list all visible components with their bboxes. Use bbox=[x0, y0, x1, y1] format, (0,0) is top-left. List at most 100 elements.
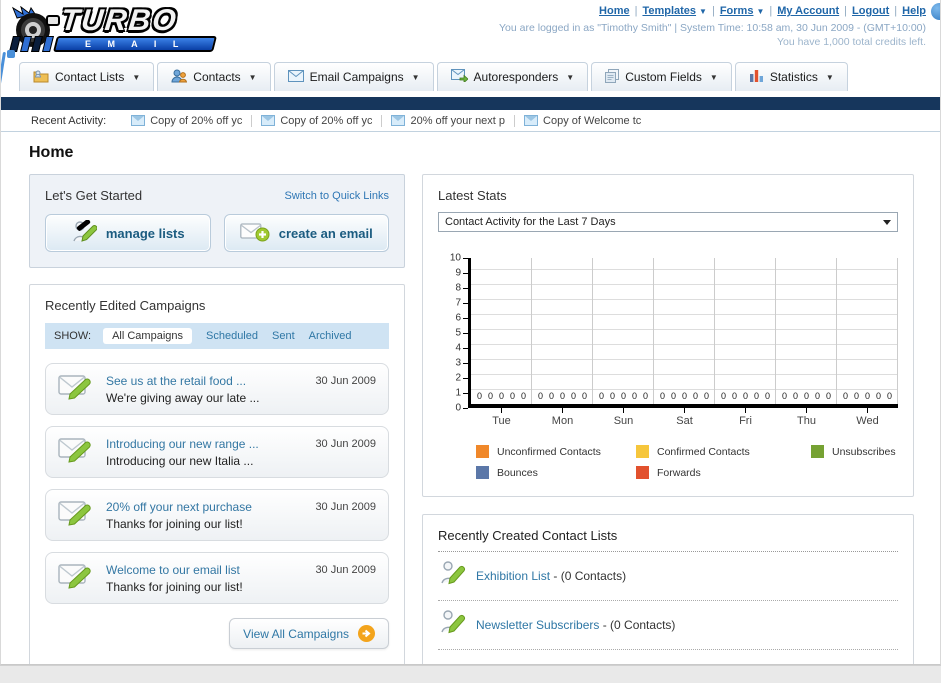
x-category-label: Sun bbox=[613, 415, 634, 427]
contact-list-link[interactable]: Exhibition List bbox=[476, 569, 550, 583]
main-nav: Contact Lists ▼ Contacts ▼ Email Campaigns ▼ A… bbox=[1, 62, 940, 97]
y-tick-label: 1 bbox=[455, 387, 461, 399]
day-separator-line bbox=[530, 258, 532, 404]
contact-list-row: Newsletter Subscribers - (0 Contacts) bbox=[438, 601, 898, 650]
x-tick-mark bbox=[501, 408, 502, 413]
campaign-subtitle: Thanks for joining our list! bbox=[106, 579, 243, 594]
top-link-my-account[interactable]: My Account bbox=[777, 5, 839, 17]
x-tick-mark bbox=[562, 408, 563, 413]
value-label: 0 bbox=[670, 391, 676, 401]
stats-dropdown-value: Contact Activity for the Last 7 Days bbox=[445, 216, 616, 228]
stats-dropdown[interactable]: Contact Activity for the Last 7 Days bbox=[438, 212, 898, 232]
chart-y-axis: 0 1 2 3 4 5 6 7 8 9 10 bbox=[442, 253, 468, 414]
caret-down-icon: ▼ bbox=[756, 7, 765, 16]
campaign-row[interactable]: Welcome to our email list Thanks for join… bbox=[45, 552, 389, 604]
x-tick-mark bbox=[867, 408, 868, 413]
campaign-subtitle: Introducing our new Italia ... bbox=[106, 453, 254, 468]
y-tick-label: 0 bbox=[455, 402, 461, 414]
envelope-icon bbox=[131, 115, 146, 126]
campaign-row[interactable]: Introducing our new range ... Introducing… bbox=[45, 426, 389, 478]
arrow-circle-icon bbox=[358, 625, 375, 642]
caret-down-icon: ▼ bbox=[248, 72, 257, 82]
link-separator: | bbox=[769, 5, 773, 17]
list-edit-icon bbox=[440, 609, 466, 641]
x-category-label: Tue bbox=[492, 415, 511, 427]
tab-statistics[interactable]: Statistics ▼ bbox=[734, 62, 848, 91]
filter-scheduled[interactable]: Scheduled bbox=[206, 330, 258, 342]
recent-activity-item[interactable]: Copy of 20% off yc bbox=[251, 114, 381, 127]
contact-activity-chart: 0 1 2 3 4 5 6 7 8 9 10 000000000000000000000000000… bbox=[438, 253, 898, 479]
campaign-date: 30 Jun 2009 bbox=[315, 564, 376, 576]
campaign-row[interactable]: 20% off your next purchase Thanks for joi… bbox=[45, 489, 389, 541]
x-category: Tue bbox=[471, 408, 532, 427]
campaigns-title: Recently Edited Campaigns bbox=[45, 298, 206, 313]
chart-plot-area: 00000000000000000000000000000000000 bbox=[468, 258, 898, 408]
value-label: 0 bbox=[753, 391, 759, 401]
campaign-text: See us at the retail food ... We're givin… bbox=[106, 374, 315, 405]
value-labels-group: 00000 bbox=[532, 391, 593, 401]
value-label: 0 bbox=[703, 391, 709, 401]
recent-activity-item[interactable]: 20% off your next p bbox=[381, 114, 514, 127]
tab-contact-lists[interactable]: Contact Lists ▼ bbox=[19, 62, 155, 91]
campaign-title-link[interactable]: Welcome to our email list bbox=[106, 563, 315, 577]
y-tick-label: 7 bbox=[455, 297, 461, 309]
tab-label: Email Campaigns bbox=[309, 70, 404, 84]
campaign-title-link[interactable]: 20% off your next purchase bbox=[106, 500, 315, 514]
campaign-row[interactable]: See us at the retail food ... We're givin… bbox=[45, 363, 389, 415]
value-label: 0 bbox=[803, 391, 809, 401]
create-an-email-button[interactable]: create an email bbox=[223, 214, 389, 252]
value-label: 0 bbox=[853, 391, 859, 401]
recent-activity-item[interactable]: Copy of 20% off yc bbox=[122, 115, 251, 127]
filter-sent[interactable]: Sent bbox=[272, 330, 295, 342]
value-label: 0 bbox=[814, 391, 820, 401]
campaign-subtitle: We're giving away our late ... bbox=[106, 390, 260, 405]
caret-down-icon: ▼ bbox=[825, 72, 834, 82]
envelope-icon bbox=[524, 115, 539, 126]
y-tick-label: 4 bbox=[455, 342, 461, 354]
contact-list-link[interactable]: Newsletter Subscribers bbox=[476, 618, 599, 632]
value-label: 0 bbox=[731, 391, 737, 401]
activity-item-label: Copy of Welcome tc bbox=[543, 114, 642, 127]
filter-archived[interactable]: Archived bbox=[309, 330, 352, 342]
value-label: 0 bbox=[537, 391, 543, 401]
value-label: 0 bbox=[609, 391, 615, 401]
x-category-label: Mon bbox=[551, 415, 574, 427]
manage-lists-button[interactable]: manage lists bbox=[45, 214, 211, 252]
top-link-forms[interactable]: Forms bbox=[720, 5, 754, 17]
x-category: Wed bbox=[837, 408, 898, 427]
campaign-title-link[interactable]: See us at the retail food ... bbox=[106, 374, 315, 388]
logo-stripes bbox=[9, 36, 54, 52]
top-link-logout[interactable]: Logout bbox=[852, 5, 889, 17]
campaign-title-link[interactable]: Introducing our new range ... bbox=[106, 437, 315, 451]
tab-custom-fields[interactable]: Custom Fields ▼ bbox=[591, 62, 732, 91]
y-tick-label: 5 bbox=[455, 327, 461, 339]
custom-fields-icon bbox=[605, 68, 620, 86]
legend-swatch bbox=[811, 445, 824, 458]
value-label: 0 bbox=[520, 391, 526, 401]
get-started-buttons: manage lists create an email bbox=[45, 214, 389, 252]
tab-contacts[interactable]: Contacts ▼ bbox=[157, 62, 271, 91]
tab-email-campaigns[interactable]: Email Campaigns ▼ bbox=[273, 62, 434, 91]
value-labels-group: 00000 bbox=[654, 391, 715, 401]
navy-divider-bar bbox=[1, 97, 940, 110]
recent-activity-items: Copy of 20% off yc Copy of 20% off yc 20% … bbox=[122, 114, 650, 127]
x-category: Fri bbox=[715, 408, 776, 427]
top-link-home[interactable]: Home bbox=[599, 5, 630, 17]
filter-all-campaigns[interactable]: All Campaigns bbox=[103, 328, 192, 344]
top-nav-links: Home | Templates ▼ | Forms ▼ | My Account | Logout… bbox=[499, 5, 926, 17]
value-label: 0 bbox=[886, 391, 892, 401]
x-category: Mon bbox=[532, 408, 593, 427]
view-all-campaigns-button[interactable]: View All Campaigns bbox=[229, 618, 389, 649]
value-label: 0 bbox=[559, 391, 565, 401]
get-started-title: Let's Get Started bbox=[45, 188, 143, 203]
campaign-date: 30 Jun 2009 bbox=[315, 375, 376, 387]
recent-activity-bar: Recent Activity: Copy of 20% off yc Copy … bbox=[1, 110, 940, 132]
value-label: 0 bbox=[581, 391, 587, 401]
top-link-templates[interactable]: Templates bbox=[642, 5, 696, 17]
recent-activity-item[interactable]: Copy of Welcome tc bbox=[514, 114, 650, 127]
value-label: 0 bbox=[692, 391, 698, 401]
tab-autoresponders[interactable]: Autoresponders ▼ bbox=[436, 62, 589, 91]
top-link-help[interactable]: Help bbox=[902, 5, 926, 17]
value-label: 0 bbox=[825, 391, 831, 401]
switch-quick-links[interactable]: Switch to Quick Links bbox=[284, 190, 389, 202]
